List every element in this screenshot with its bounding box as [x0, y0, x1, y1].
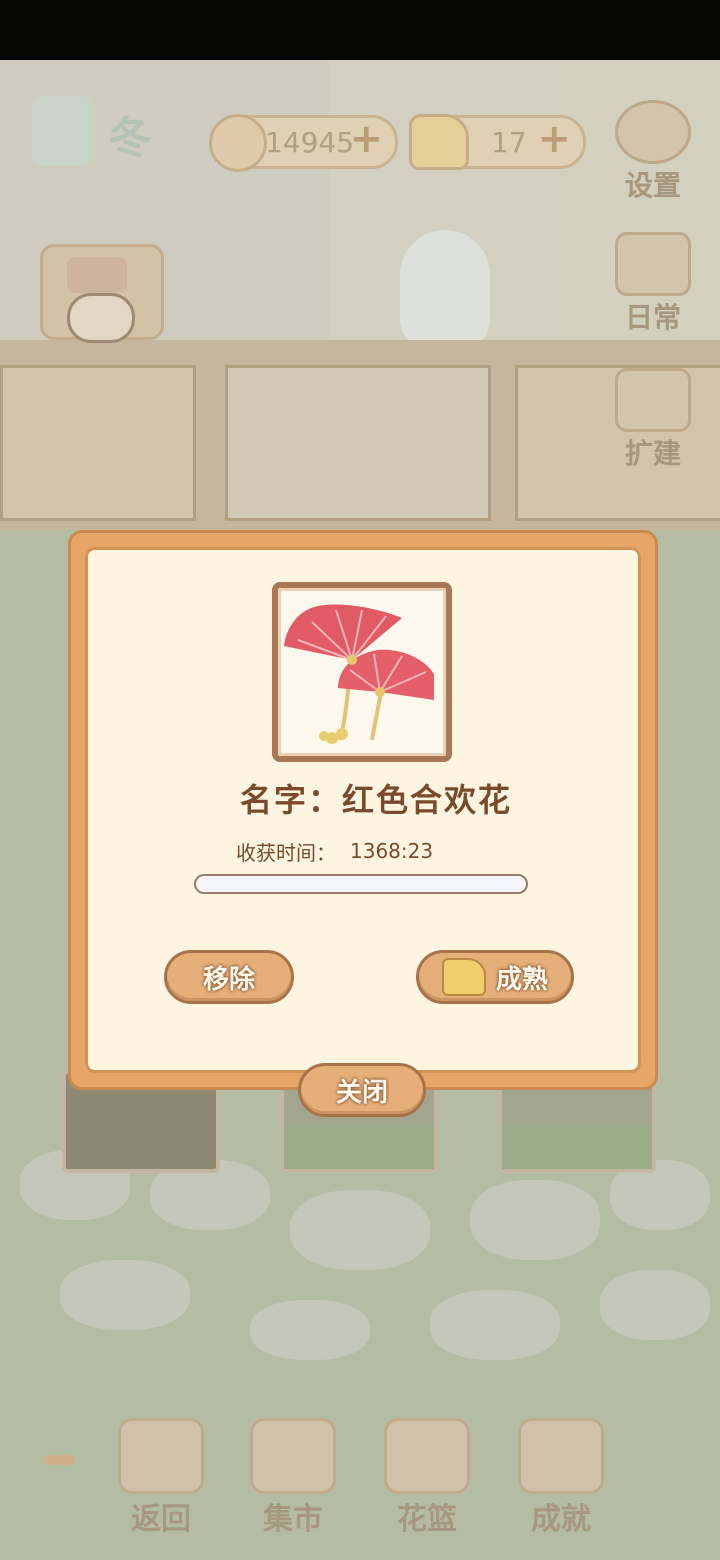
- growth-progress-bar: [194, 874, 528, 894]
- name-label: 名字：: [240, 781, 343, 819]
- close-label: 关闭: [335, 1077, 388, 1108]
- mature-button[interactable]: 成熟: [416, 950, 574, 1004]
- mature-label: 成熟: [495, 964, 548, 995]
- harvest-label: 收获时间：: [236, 840, 336, 865]
- close-button[interactable]: 关闭: [298, 1063, 426, 1117]
- flower-name: 红色合欢花: [342, 781, 513, 819]
- flower-name-line: 名字： 红色合欢花: [240, 770, 560, 826]
- remove-button[interactable]: 移除: [164, 950, 294, 1004]
- cheese-icon: [441, 958, 486, 996]
- harvest-time: 1368:23: [350, 839, 434, 863]
- harvest-time-line: 收获时间： 1368:23: [236, 836, 516, 866]
- flower-image-frame: [272, 582, 452, 762]
- red-silk-tree-flower-image: [284, 604, 434, 744]
- remove-label: 移除: [202, 964, 255, 995]
